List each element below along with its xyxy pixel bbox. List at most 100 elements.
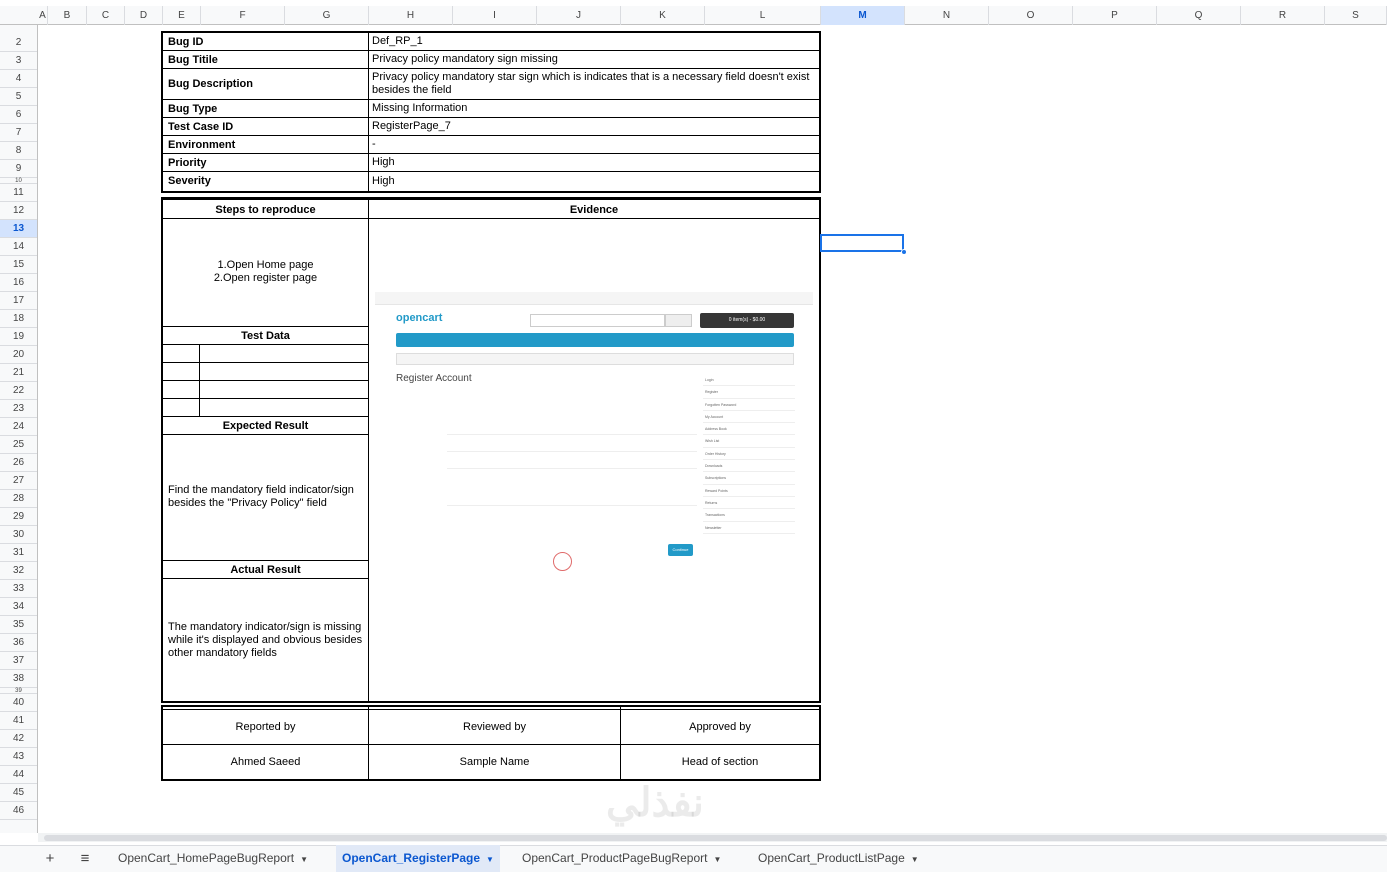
row-header-3[interactable]: 3 xyxy=(0,52,37,70)
row-header-7[interactable]: 7 xyxy=(0,124,37,142)
column-header-g[interactable]: G xyxy=(285,6,369,25)
row-header-38[interactable]: 38 xyxy=(0,670,37,688)
evidence-sidebar-item: Order History xyxy=(703,448,795,461)
sheet-tab[interactable]: OpenCart_RegisterPage ▼ xyxy=(336,845,500,872)
chevron-down-icon[interactable]: ▼ xyxy=(300,855,308,864)
row-header-23[interactable]: 23 xyxy=(0,400,37,418)
column-header-l[interactable]: L xyxy=(705,6,821,25)
column-header-b[interactable]: B xyxy=(48,6,87,25)
column-header-s[interactable]: S xyxy=(1325,6,1387,25)
column-header-m[interactable]: M xyxy=(821,6,905,25)
column-header-h[interactable]: H xyxy=(369,6,453,25)
row-header-36[interactable]: 36 xyxy=(0,634,37,652)
column-header-a[interactable]: A xyxy=(38,6,48,25)
row-header-6[interactable]: 6 xyxy=(0,106,37,124)
row-header-45[interactable]: 45 xyxy=(0,784,37,802)
row-header-37[interactable]: 37 xyxy=(0,652,37,670)
row-header-29[interactable]: 29 xyxy=(0,508,37,526)
steps-content[interactable]: 1.Open Home page 2.Open register page xyxy=(163,219,368,325)
evidence-sidebar-item: Wish List xyxy=(703,435,795,448)
column-header-e[interactable]: E xyxy=(163,6,201,25)
column-header-r[interactable]: R xyxy=(1241,6,1325,25)
row-header-17[interactable]: 17 xyxy=(0,292,37,310)
column-header-d[interactable]: D xyxy=(125,6,163,25)
test-data-grid[interactable] xyxy=(163,344,368,416)
severity-value[interactable]: High xyxy=(369,172,819,190)
column-header-k[interactable]: K xyxy=(621,6,705,25)
approved-by-value[interactable]: Head of section xyxy=(621,745,819,779)
column-header-f[interactable]: F xyxy=(201,6,285,25)
row-header-40[interactable]: 40 xyxy=(0,694,37,712)
add-sheet-icon[interactable]: + xyxy=(40,845,60,872)
row-header-41[interactable]: 41 xyxy=(0,712,37,730)
test-case-id-label: Test Case ID xyxy=(163,118,368,136)
evidence-sidebar: Login Register Forgotten Password My Accoun… xyxy=(703,374,795,534)
reported-by-value[interactable]: Ahmed Saeed xyxy=(163,745,368,779)
row-header-8[interactable]: 8 xyxy=(0,142,37,160)
bug-type-value[interactable]: Missing Information xyxy=(369,100,819,118)
row-header-26[interactable]: 26 xyxy=(0,454,37,472)
row-header-5[interactable]: 5 xyxy=(0,88,37,106)
bug-title-label: Bug Titile xyxy=(163,51,368,69)
chevron-down-icon[interactable]: ▼ xyxy=(911,855,919,864)
bug-description-label: Bug Description xyxy=(163,69,368,100)
row-header-14[interactable]: 14 xyxy=(0,238,37,256)
expected-result-text[interactable]: Find the mandatory field indicator/sign … xyxy=(165,435,365,559)
row-header-35[interactable]: 35 xyxy=(0,616,37,634)
column-header-p[interactable]: P xyxy=(1073,6,1157,25)
priority-value[interactable]: High xyxy=(369,154,819,172)
actual-result-text[interactable]: The mandatory indicator/sign is missing … xyxy=(165,579,367,701)
row-header-31[interactable]: 31 xyxy=(0,544,37,562)
row-header-22[interactable]: 22 xyxy=(0,382,37,400)
column-header-o[interactable]: O xyxy=(989,6,1073,25)
row-header-9[interactable]: 9 xyxy=(0,160,37,178)
sheet-tab[interactable]: OpenCart_HomePageBugReport ▼ xyxy=(112,845,314,872)
row-header-25[interactable]: 25 xyxy=(0,436,37,454)
row-header-46[interactable]: 46 xyxy=(0,802,37,820)
column-header-n[interactable]: N xyxy=(905,6,989,25)
bug-title-value[interactable]: Privacy policy mandatory sign missing xyxy=(369,51,819,69)
row-header-32[interactable]: 32 xyxy=(0,562,37,580)
row-header-21[interactable]: 21 xyxy=(0,364,37,382)
row-header-4[interactable]: 4 xyxy=(0,70,37,88)
column-header-j[interactable]: J xyxy=(537,6,621,25)
environment-value[interactable]: - xyxy=(369,136,819,154)
evidence-screenshot[interactable]: opencart 0 item(s) - $0.00 Register Acco… xyxy=(375,292,813,588)
reviewed-by-value[interactable]: Sample Name xyxy=(369,745,620,779)
column-header-c[interactable]: C xyxy=(87,6,125,25)
test-case-id-value[interactable]: RegisterPage_7 xyxy=(369,118,819,136)
row-header-33[interactable]: 33 xyxy=(0,580,37,598)
row-header-30[interactable]: 30 xyxy=(0,526,37,544)
row-header-19[interactable]: 19 xyxy=(0,328,37,346)
bug-id-value[interactable]: Def_RP_1 xyxy=(369,33,819,51)
row-header-18[interactable]: 18 xyxy=(0,310,37,328)
bug-id-label: Bug ID xyxy=(163,33,368,51)
row-header-44[interactable]: 44 xyxy=(0,766,37,784)
row-header-16[interactable]: 16 xyxy=(0,274,37,292)
fill-handle[interactable] xyxy=(901,249,907,255)
row-header-20[interactable]: 20 xyxy=(0,346,37,364)
row-header-28[interactable]: 28 xyxy=(0,490,37,508)
row-header-27[interactable]: 27 xyxy=(0,472,37,490)
row-header-13[interactable]: 13 xyxy=(0,220,37,238)
selected-cell[interactable] xyxy=(820,234,904,252)
all-sheets-menu-icon[interactable]: ≡ xyxy=(75,845,95,872)
chevron-down-icon[interactable]: ▼ xyxy=(713,855,721,864)
row-header-43[interactable]: 43 xyxy=(0,748,37,766)
column-header-q[interactable]: Q xyxy=(1157,6,1241,25)
row-header-12[interactable]: 12 xyxy=(0,202,37,220)
sheet-tab[interactable]: OpenCart_ProductPageBugReport ▼ xyxy=(516,845,727,872)
bug-description-value[interactable]: Privacy policy mandatory star sign which… xyxy=(369,69,819,100)
sheet-tab-label: OpenCart_HomePageBugReport xyxy=(118,851,295,865)
chevron-down-icon[interactable]: ▼ xyxy=(486,855,494,864)
row-header-2[interactable]: 2 xyxy=(0,34,37,52)
column-header-i[interactable]: I xyxy=(453,6,537,25)
row-header-42[interactable]: 42 xyxy=(0,730,37,748)
row-header-15[interactable]: 15 xyxy=(0,256,37,274)
row-header-11[interactable]: 11 xyxy=(0,184,37,202)
horizontal-scrollbar-thumb[interactable] xyxy=(44,835,1387,841)
sheet-tab[interactable]: OpenCart_ProductListPage ▼ xyxy=(752,845,925,872)
row-header-34[interactable]: 34 xyxy=(0,598,37,616)
sheet-tab-label: OpenCart_ProductListPage xyxy=(758,851,905,865)
row-header-24[interactable]: 24 xyxy=(0,418,37,436)
